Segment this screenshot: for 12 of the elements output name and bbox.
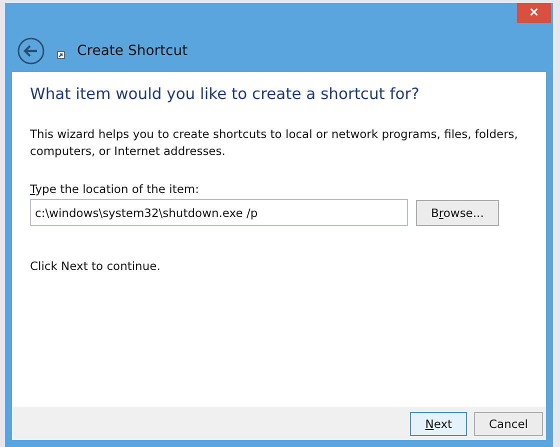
location-label: Type the location of the item: [30, 182, 200, 196]
close-button[interactable]: × [517, 3, 551, 23]
window-title: Create Shortcut [77, 43, 188, 59]
wizard-heading: What item would you like to create a shortcut for? [30, 85, 420, 103]
back-icon[interactable] [17, 37, 45, 65]
wizard-description: This wizard helps you to create shortcuts to local or network programs, files, folders, computers, or Internet addresses. [30, 126, 519, 160]
hint-text: Click Next to continue. [30, 259, 162, 273]
browse-button[interactable]: Browse... [416, 200, 499, 226]
cancel-button[interactable]: Cancel [474, 412, 543, 436]
shortcut-icon [57, 51, 65, 59]
location-field[interactable]: c:\windows\system32\shutdown.exe /p [30, 199, 408, 226]
next-button[interactable]: Next [410, 412, 468, 436]
